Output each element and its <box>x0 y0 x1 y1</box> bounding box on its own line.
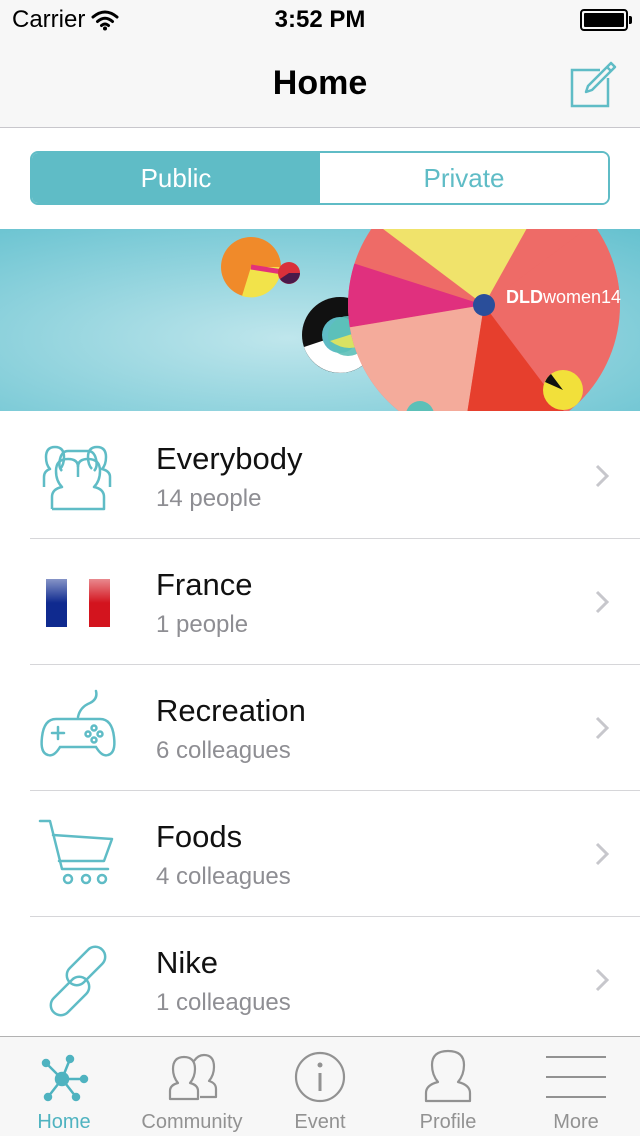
group-list: Everybody 14 people France 1 people Recr… <box>0 413 640 1043</box>
tab-label: Community <box>141 1111 243 1133</box>
community-icon <box>168 1053 218 1101</box>
tab-community[interactable]: Community <box>128 1037 256 1136</box>
group-member-count: 4 colleagues <box>156 863 291 890</box>
banner-brand-rest: women14 <box>542 287 621 307</box>
chevron-right-icon <box>595 842 610 866</box>
tab-label: Event <box>294 1111 346 1133</box>
tab-more[interactable]: More <box>512 1037 640 1136</box>
chevron-right-icon <box>595 716 610 740</box>
group-people-icon <box>42 445 112 511</box>
chevron-right-icon <box>595 968 610 992</box>
page-title: Home <box>272 64 368 102</box>
list-item-foods[interactable]: Foods 4 colleagues <box>30 791 640 917</box>
tab-label: Home <box>37 1111 91 1133</box>
group-member-count: 6 colleagues <box>156 737 291 764</box>
network-icon <box>41 1054 89 1102</box>
tab-bar: Home Community Event Profile More <box>0 1036 640 1136</box>
segment-public[interactable]: Public <box>32 153 320 203</box>
link-icon <box>49 945 107 1017</box>
group-title: France <box>156 567 253 602</box>
battery-icon <box>580 9 632 31</box>
shopping-cart-icon <box>38 819 114 885</box>
group-title: Nike <box>156 945 219 980</box>
compose-icon <box>570 61 617 108</box>
tab-profile[interactable]: Profile <box>384 1037 512 1136</box>
group-title: Everybody <box>156 441 303 476</box>
info-icon <box>294 1051 346 1103</box>
chevron-right-icon <box>595 590 610 614</box>
status-time: 3:52 PM <box>274 6 366 33</box>
france-flag-icon <box>46 579 110 627</box>
group-title: Foods <box>156 819 243 854</box>
svg-text:DLDwomen14: DLDwomen14 <box>506 287 621 307</box>
tab-label: More <box>553 1111 599 1133</box>
event-banner[interactable]: DLDwomen14 <box>0 229 640 411</box>
group-member-count: 14 people <box>156 485 262 512</box>
list-item-nike[interactable]: Nike 1 colleagues <box>30 917 640 1043</box>
group-title: Recreation <box>156 693 306 728</box>
banner-brand-bold: DLD <box>506 287 543 307</box>
tab-event[interactable]: Event <box>256 1037 384 1136</box>
list-item-france[interactable]: France 1 people <box>30 539 640 665</box>
group-member-count: 1 people <box>156 611 249 638</box>
gamepad-icon <box>40 689 116 757</box>
compose-button[interactable] <box>570 60 618 108</box>
status-bar: Carrier 3:52 PM <box>0 0 640 40</box>
profile-icon <box>424 1049 472 1103</box>
segment-container: Public Private <box>0 129 640 229</box>
tab-label: Profile <box>419 1111 477 1133</box>
navigation-bar: Home <box>0 40 640 128</box>
list-item-everybody[interactable]: Everybody 14 people <box>30 413 640 539</box>
list-item-recreation[interactable]: Recreation 6 colleagues <box>30 665 640 791</box>
chevron-right-icon <box>595 464 610 488</box>
menu-icon <box>546 1056 606 1098</box>
tab-home[interactable]: Home <box>0 1037 128 1136</box>
visibility-segmented-control: Public Private <box>30 151 610 205</box>
segment-private[interactable]: Private <box>320 153 608 203</box>
group-member-count: 1 colleagues <box>156 989 291 1016</box>
